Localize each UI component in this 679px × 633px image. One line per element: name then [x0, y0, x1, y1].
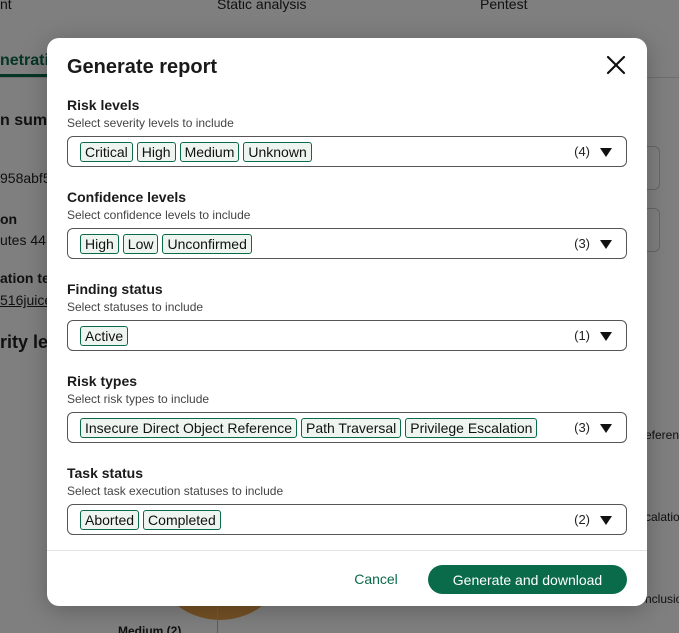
chevron-down-icon[interactable] [600, 332, 612, 341]
dialog-footer-divider [47, 550, 647, 551]
close-icon [606, 55, 626, 75]
risk-types-select[interactable]: Insecure Direct Object Reference Path Tr… [67, 412, 627, 443]
confidence-levels-select[interactable]: High Low Unconfirmed (3) [67, 228, 627, 259]
cancel-button[interactable]: Cancel [343, 564, 409, 594]
chip-medium[interactable]: Medium [179, 141, 240, 162]
risk-levels-help: Select severity levels to include [67, 116, 234, 130]
chip-aborted[interactable]: Aborted [80, 509, 140, 530]
task-status-label: Task status [67, 465, 143, 481]
confidence-levels-section: Confidence levels Select confidence leve… [67, 188, 627, 259]
selected-count: (3) [574, 236, 590, 251]
selected-count: (2) [574, 512, 590, 527]
chip-unknown[interactable]: Unknown [243, 141, 312, 162]
risk-levels-select[interactable]: Critical High Medium Unknown (4) [67, 136, 627, 167]
risk-types-help: Select risk types to include [67, 392, 210, 406]
task-status-section: Task status Select task execution status… [67, 464, 627, 535]
risk-levels-section: Risk levels Select severity levels to in… [67, 96, 627, 167]
finding-status-help: Select statuses to include [67, 300, 204, 314]
chevron-down-icon[interactable] [600, 240, 612, 249]
finding-status-label: Finding status [67, 281, 163, 297]
task-status-help: Select task execution statuses to includ… [67, 484, 284, 498]
chip-critical[interactable]: Critical [80, 141, 133, 162]
confidence-levels-help: Select confidence levels to include [67, 208, 251, 222]
chip-path-traversal[interactable]: Path Traversal [300, 417, 402, 438]
selected-count: (1) [574, 328, 590, 343]
chip-high[interactable]: High [80, 233, 119, 254]
chevron-down-icon[interactable] [600, 424, 612, 433]
chip-unconfirmed[interactable]: Unconfirmed [162, 233, 252, 254]
chevron-down-icon[interactable] [600, 148, 612, 157]
task-status-select[interactable]: Aborted Completed (2) [67, 504, 627, 535]
risk-types-section: Risk types Select risk types to include … [67, 372, 627, 443]
chip-completed[interactable]: Completed [143, 509, 221, 530]
generate-and-download-button[interactable]: Generate and download [428, 565, 627, 594]
chip-privilege-escalation[interactable]: Privilege Escalation [405, 417, 538, 438]
selected-count: (4) [574, 144, 590, 159]
finding-status-select[interactable]: Active (1) [67, 320, 627, 351]
chip-active[interactable]: Active [80, 325, 129, 346]
chip-idor[interactable]: Insecure Direct Object Reference [80, 417, 297, 438]
risk-levels-label: Risk levels [67, 97, 140, 113]
finding-status-section: Finding status Select statuses to includ… [67, 280, 627, 351]
risk-types-label: Risk types [67, 373, 138, 389]
dialog-title: Generate report [67, 56, 218, 78]
chip-high[interactable]: High [136, 141, 176, 162]
confidence-levels-label: Confidence levels [67, 189, 187, 205]
close-button[interactable] [603, 52, 629, 78]
selected-count: (3) [574, 420, 590, 435]
generate-report-dialog: Generate report Risk levels Select sever… [47, 38, 647, 606]
chip-low[interactable]: Low [122, 233, 159, 254]
chevron-down-icon[interactable] [600, 516, 612, 525]
